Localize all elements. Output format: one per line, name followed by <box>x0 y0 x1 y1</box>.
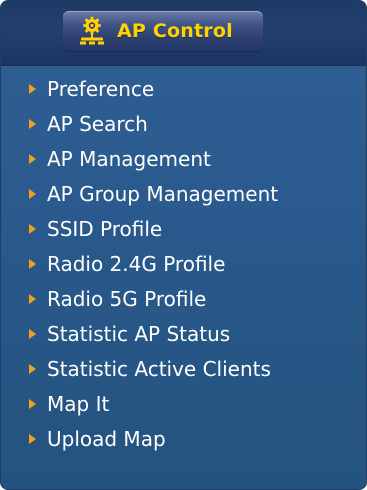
triangle-right-icon <box>29 118 36 129</box>
triangle-right-icon <box>29 328 36 339</box>
triangle-right-icon <box>29 398 36 409</box>
triangle-right-icon <box>29 188 36 199</box>
menu-item-statistic-active-clients[interactable]: Statistic Active Clients <box>1 351 366 386</box>
menu-item-upload-map[interactable]: Upload Map <box>1 421 366 456</box>
triangle-right-icon <box>29 433 36 444</box>
menu-item-label: Preference <box>47 76 155 101</box>
menu-item-label: Radio 5G Profile <box>47 286 207 311</box>
menu-item-label: AP Search <box>47 111 148 136</box>
triangle-right-icon <box>29 223 36 234</box>
menu-item-label: SSID Profile <box>47 216 163 241</box>
menu-item-preference[interactable]: Preference <box>1 71 366 106</box>
menu-item-label: AP Management <box>47 146 211 171</box>
menu-item-label: Radio 2.4G Profile <box>47 251 226 276</box>
menu-item-radio-24g-profile[interactable]: Radio 2.4G Profile <box>1 246 366 281</box>
triangle-right-icon <box>29 258 36 269</box>
menu-item-map-it[interactable]: Map It <box>1 386 366 421</box>
panel-header: AP Control <box>1 1 366 66</box>
triangle-right-icon <box>29 83 36 94</box>
gear-network-icon <box>77 16 107 46</box>
menu-item-ap-management[interactable]: AP Management <box>1 141 366 176</box>
menu-item-label: Statistic Active Clients <box>47 356 271 381</box>
menu-item-label: Upload Map <box>47 426 166 451</box>
ap-control-header-tab[interactable]: AP Control <box>63 11 263 51</box>
menu-item-label: Map It <box>47 391 110 416</box>
menu-item-ap-search[interactable]: AP Search <box>1 106 366 141</box>
menu-item-ssid-profile[interactable]: SSID Profile <box>1 211 366 246</box>
menu-item-statistic-ap-status[interactable]: Statistic AP Status <box>1 316 366 351</box>
triangle-right-icon <box>29 363 36 374</box>
triangle-right-icon <box>29 293 36 304</box>
panel-title: AP Control <box>117 19 233 42</box>
menu-item-label: AP Group Management <box>47 181 279 206</box>
ap-control-menu: Preference AP Search AP Management AP Gr… <box>1 71 366 456</box>
triangle-right-icon <box>29 153 36 164</box>
ap-control-panel: AP Control Preference AP Search AP Manag… <box>0 0 367 490</box>
menu-item-radio-5g-profile[interactable]: Radio 5G Profile <box>1 281 366 316</box>
menu-item-ap-group-management[interactable]: AP Group Management <box>1 176 366 211</box>
menu-item-label: Statistic AP Status <box>47 321 231 346</box>
